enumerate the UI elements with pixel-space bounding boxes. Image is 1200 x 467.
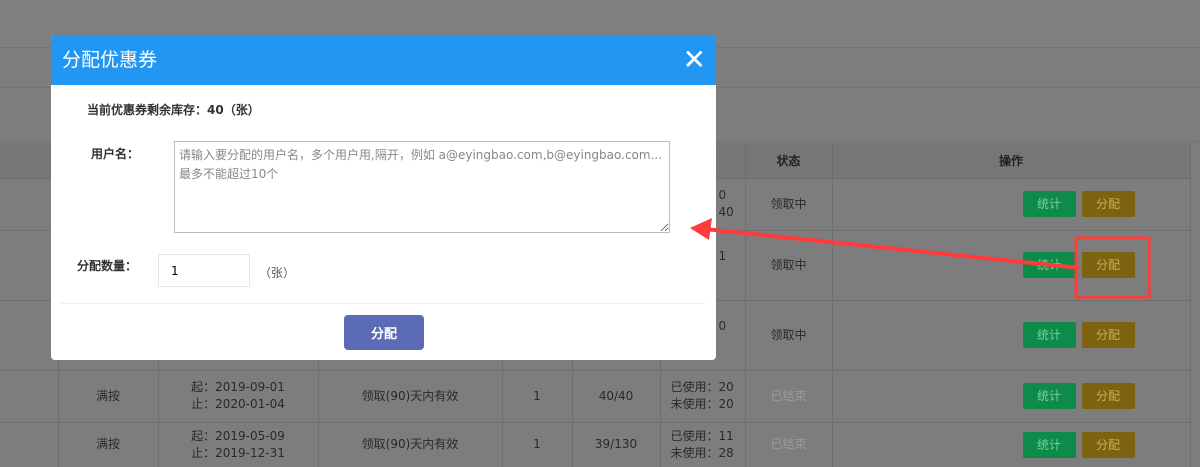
col-header-status: 状态 (745, 143, 833, 178)
status-cell: 已结束 (745, 369, 833, 422)
start-date: 起：2019-05-09 (191, 428, 285, 443)
divider (61, 303, 705, 304)
col-header (0, 143, 59, 178)
start-date: 起：2019-09-01 (191, 380, 285, 394)
date-range-cell: 起：2019-09-01 止：2020-01-04 (158, 369, 319, 422)
ratio-cell: 40/40 (572, 369, 661, 422)
ratio-cell: 39/130 (572, 421, 661, 467)
col-header-actions: 操作 (832, 143, 1191, 178)
status-cell: 已结束 (745, 421, 833, 467)
end-date: 止：2019-12-31 (191, 445, 285, 460)
assign-button[interactable]: 分配 (1081, 252, 1135, 278)
usage-cell: 已使用：20 未使用：20 (660, 369, 746, 422)
used-count: 已使用：11 (670, 428, 734, 443)
assign-coupon-dialog: 分配优惠券 ✕ 当前优惠券剩余库存：40（张） 用户名： 分配数量： （张） 分… (51, 35, 716, 360)
actions-cell: 统计 分配 (832, 299, 1191, 370)
status-cell: 领取中 (745, 229, 833, 300)
stats-button[interactable]: 统计 (1022, 322, 1076, 348)
date-range-cell: 起：2019-05-09 止：2019-12-31 (158, 421, 319, 467)
usage-cell: 已使用：11 未使用：28 (660, 421, 746, 467)
type-cell: 满按 (58, 369, 159, 422)
status-cell: 领取中 (745, 177, 833, 230)
stats-button[interactable]: 统计 (1022, 383, 1076, 409)
assign-button[interactable]: 分配 (1081, 322, 1135, 348)
qty-cell: 1 (502, 369, 573, 422)
actions-cell: 统计 分配 (832, 369, 1191, 422)
status-cell: 领取中 (745, 299, 833, 370)
table-row: 满按 起：2019-09-01 止：2020-01-04 领取(90)天内有效 1… (0, 369, 1191, 422)
username-input[interactable] (174, 141, 670, 233)
stats-button[interactable]: 统计 (1022, 252, 1076, 278)
assign-button[interactable]: 分配 (1081, 431, 1135, 458)
quantity-label: 分配数量： (77, 259, 138, 273)
dialog-title: 分配优惠券 (51, 35, 716, 85)
actions-cell: 统计 分配 (832, 229, 1191, 300)
quantity-input[interactable] (158, 254, 250, 287)
unused-count: 未使用：28 (670, 445, 734, 460)
type-cell: 满按 (58, 421, 159, 467)
actions-cell: 统计 分配 (832, 177, 1191, 230)
assign-button[interactable]: 分配 (1081, 383, 1135, 409)
assign-button[interactable]: 分配 (1081, 191, 1135, 217)
validity-cell: 领取(90)天内有效 (318, 369, 503, 422)
close-icon[interactable]: ✕ (683, 43, 706, 77)
assign-submit-button[interactable]: 分配 (344, 315, 424, 350)
stock-text: 当前优惠券剩余库存：40（张） (87, 103, 260, 117)
stats-button[interactable]: 统计 (1022, 191, 1076, 217)
actions-cell: 统计 分配 (832, 421, 1191, 467)
validity-cell: 领取(90)天内有效 (318, 421, 503, 467)
stats-button[interactable]: 统计 (1022, 431, 1076, 458)
end-date: 止：2020-01-04 (191, 397, 285, 411)
table-row: 满按 起：2019-05-09 止：2019-12-31 领取(90)天内有效 1… (0, 421, 1191, 467)
used-count: 已使用：20 (670, 380, 734, 394)
username-label: 用户名： (91, 147, 140, 161)
unused-count: 未使用：20 (670, 397, 734, 411)
quantity-unit: （张） (259, 266, 296, 280)
qty-cell: 1 (502, 421, 573, 467)
